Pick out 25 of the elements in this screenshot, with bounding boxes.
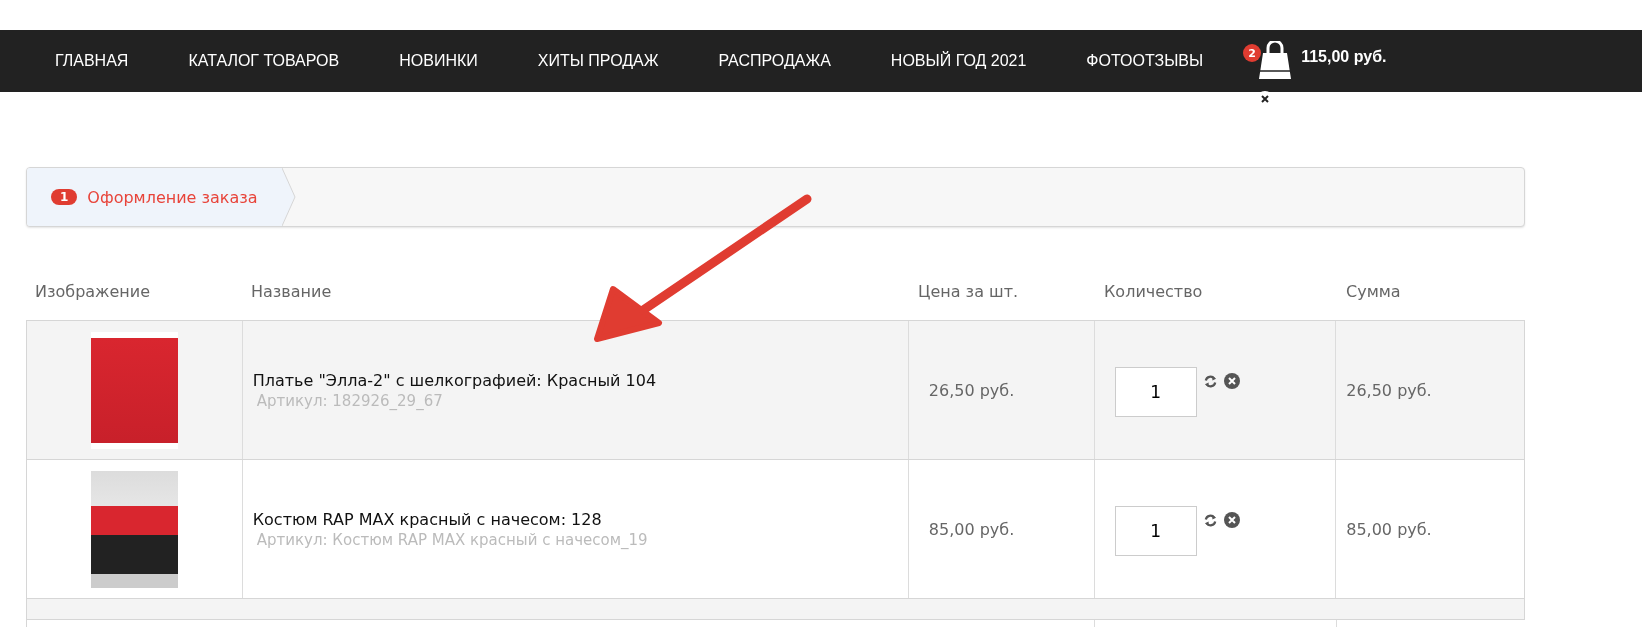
product-name[interactable]: Платье "Элла-2" с шелкографией: Красный 104 [252, 370, 657, 390]
cart-count-badge: 2 [1243, 44, 1262, 62]
nav-link[interactable]: КАТАЛОГ ТОВАРОВ [188, 52, 340, 70]
refresh-icon[interactable] [1202, 512, 1218, 528]
nav-link[interactable]: РАСПРОДАЖА [718, 52, 831, 70]
refresh-icon[interactable] [1202, 373, 1218, 389]
unit-price: 85,00 руб. [928, 519, 1015, 539]
nav-link[interactable]: НОВЫЙ ГОД 2021 [890, 52, 1027, 70]
line-total: 85,00 руб. [1346, 519, 1432, 539]
remove-icon[interactable] [1223, 373, 1240, 389]
line-total: 26,50 руб. [1346, 380, 1432, 400]
step-label: Оформление заказа [87, 187, 258, 207]
unit-price: 26,50 руб. [928, 380, 1015, 400]
step-number-badge: 1 [51, 189, 78, 205]
nav-link[interactable]: ГЛАВНАЯ [55, 52, 129, 70]
product-article: Артикул: 182926_29_67 [255, 391, 443, 410]
remove-icon[interactable] [1223, 512, 1240, 528]
quantity-field[interactable]: 1 [1114, 367, 1197, 417]
product-name[interactable]: Костюм RAP MAX красный с начесом: 128 [252, 509, 602, 529]
nav-link[interactable]: ХИТЫ ПРОДАЖ [537, 52, 659, 70]
nav-link[interactable]: НОВИНКИ [399, 52, 478, 70]
product-article: Артикул: Костюм RAP MAX красный с начесом_19 [255, 530, 648, 549]
nav-link[interactable]: ФОТООТЗЫВЫ [1086, 52, 1204, 70]
quantity-field[interactable]: 1 [1114, 506, 1197, 556]
cart-total[interactable]: 115,00 руб. [1301, 48, 1387, 66]
